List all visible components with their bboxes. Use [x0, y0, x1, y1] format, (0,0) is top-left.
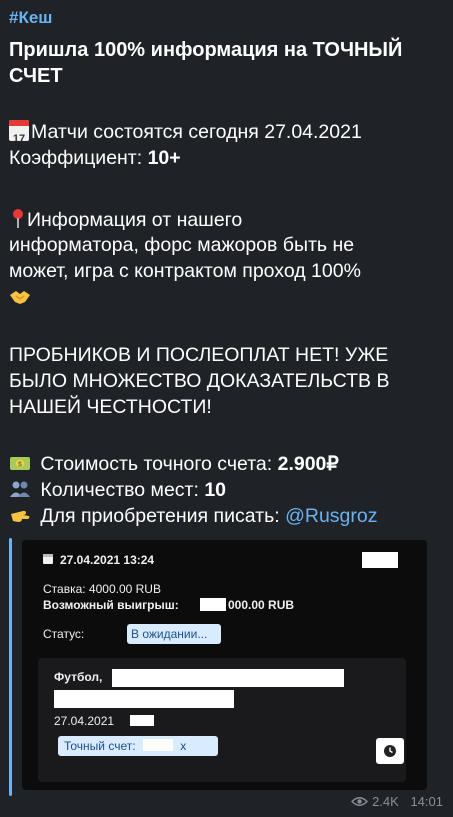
bet-win-label: Возможный выигрыш:: [43, 598, 179, 612]
pointing-hand-icon: [11, 510, 30, 522]
info-line-2: информатора, форс мажоров быть не: [9, 234, 355, 256]
pin-icon: [9, 207, 27, 229]
post-meta: 2.4K 14:01: [351, 794, 443, 809]
hashtag[interactable]: #Кеш: [9, 8, 52, 28]
warning-line-3: НАШЕЙ ЧЕСТНОСТИ!: [9, 396, 212, 418]
warning-line-1: ПРОБНИКОВ И ПОСЛЕОПЛАТ НЕТ! УЖЕ: [9, 344, 389, 366]
warning-line-2: БЫЛО МНОЖЕСТВО ДОКАЗАТЕЛЬСТВ В: [9, 370, 390, 392]
price-line: $ Стоимость точного счета: 2.900₽: [9, 452, 449, 477]
bet-screenshot[interactable]: 27.04.2021 13:24 Ставка: 4000.00 RUB Воз…: [22, 540, 427, 790]
coefficient-line: Коэффициент: 10+: [9, 147, 181, 169]
exact-score-chip: Точный счет: x: [58, 736, 218, 756]
view-count: 2.4K: [372, 794, 399, 809]
event-date: 27.04.2021: [54, 714, 115, 728]
info-line-3: может, игра с контрактом проход 100%: [9, 260, 361, 282]
redaction-block: [112, 669, 344, 687]
channel-post: #Кеш Пришла 100% информация на ТОЧНЫЙ СЧ…: [0, 0, 453, 817]
post-title: Пришла 100% информация на ТОЧНЫЙ СЧЕТ: [9, 39, 403, 87]
handshake-line: [9, 286, 449, 311]
clock-icon: [384, 745, 396, 757]
clock-button[interactable]: [376, 738, 404, 764]
money-icon: $: [10, 457, 30, 470]
post-time: 14:01: [410, 794, 443, 809]
calendar-icon: 17: [9, 120, 29, 141]
contact-link[interactable]: @Rusgroz: [285, 505, 377, 527]
info-line-1: Информация от нашего: [9, 207, 449, 233]
quote-bar: [9, 538, 12, 796]
redaction-block: [200, 598, 226, 611]
bet-status-label: Статус:: [43, 627, 85, 641]
bet-datetime: 27.04.2021 13:24: [60, 553, 155, 567]
bet-win-value: 000.00 RUB: [228, 598, 295, 612]
date-line: 17 Матчи состоятся сегодня 27.04.2021: [9, 120, 449, 145]
people-icon: [10, 481, 30, 497]
calendar-small-icon: [43, 554, 53, 564]
seats-line: Количество мест: 10: [9, 478, 449, 503]
redaction-block: [54, 690, 234, 708]
status-badge: В ожидании...: [127, 624, 221, 644]
bet-stake: Ставка: 4000.00 RUB: [43, 582, 161, 596]
redaction-block: [130, 715, 154, 726]
redaction-block: [362, 552, 398, 568]
eye-icon: [351, 797, 369, 806]
handshake-icon: [10, 291, 30, 304]
contact-line: Для приобретения писать: @Rusgroz: [9, 504, 449, 529]
event-sport: Футбол,: [54, 670, 103, 684]
svg-text:$: $: [18, 462, 22, 469]
